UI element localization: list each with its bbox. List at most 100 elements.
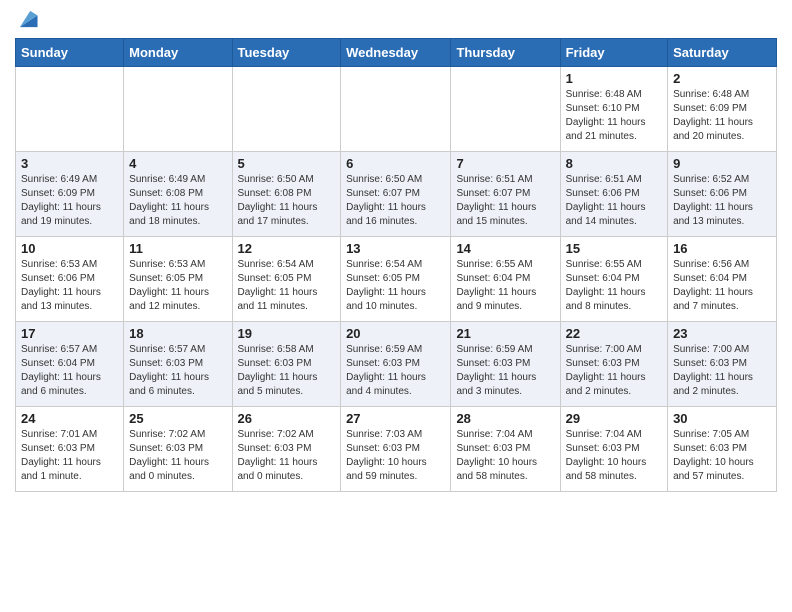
day-info: Sunrise: 6:52 AM Sunset: 6:06 PM Dayligh… <box>673 173 771 229</box>
day-number: 6 <box>346 156 445 171</box>
calendar-cell: 9 Sunrise: 6:52 AM Sunset: 6:06 PM Daylig… <box>668 152 777 237</box>
day-info: Sunrise: 6:49 AM Sunset: 6:09 PM Dayligh… <box>21 173 118 229</box>
day-info: Sunrise: 7:01 AM Sunset: 6:03 PM Dayligh… <box>21 428 118 484</box>
day-of-week-header: Thursday <box>451 39 560 67</box>
calendar-cell: 3Sunrise: 6:49 AM Sunset: 6:09 PM Daylig… <box>16 152 124 237</box>
day-number: 23 <box>673 326 771 341</box>
calendar-cell: 28Sunrise: 7:04 AM Sunset: 6:03 PM Dayli… <box>451 407 560 492</box>
calendar-cell: 4Sunrise: 6:49 AM Sunset: 6:08 PM Daylig… <box>124 152 232 237</box>
day-number: 25 <box>129 411 226 426</box>
day-number: 7 <box>456 156 554 171</box>
calendar-cell: 26Sunrise: 7:02 AM Sunset: 6:03 PM Dayli… <box>232 407 341 492</box>
day-info: Sunrise: 7:03 AM Sunset: 6:03 PM Dayligh… <box>346 428 445 484</box>
calendar-cell: 25 Sunrise: 7:02 AM Sunset: 6:03 PM Dayli… <box>124 407 232 492</box>
day-of-week-header: Wednesday <box>341 39 451 67</box>
day-number: 27 <box>346 411 445 426</box>
calendar-cell: 24 Sunrise: 7:01 AM Sunset: 6:03 PM Dayli… <box>16 407 124 492</box>
calendar-cell: 19 Sunrise: 6:58 AM Sunset: 6:03 PM Dayli… <box>232 322 341 407</box>
day-info: Sunrise: 6:51 AM Sunset: 6:07 PM Dayligh… <box>456 173 554 229</box>
header <box>15 10 777 30</box>
calendar-cell: 30 Sunrise: 7:05 AM Sunset: 6:03 PM Dayli… <box>668 407 777 492</box>
day-info: Sunrise: 7:00 AM Sunset: 6:03 PM Dayligh… <box>673 343 771 399</box>
day-number: 24 <box>21 411 118 426</box>
calendar-cell: 6 Sunrise: 6:50 AM Sunset: 6:07 PM Daylig… <box>341 152 451 237</box>
calendar-cell: 5Sunrise: 6:50 AM Sunset: 6:08 PM Daylig… <box>232 152 341 237</box>
calendar-cell: 23 Sunrise: 7:00 AM Sunset: 6:03 PM Dayli… <box>668 322 777 407</box>
day-number: 18 <box>129 326 226 341</box>
day-number: 20 <box>346 326 445 341</box>
day-of-week-header: Sunday <box>16 39 124 67</box>
day-info: Sunrise: 6:57 AM Sunset: 6:03 PM Dayligh… <box>129 343 226 399</box>
calendar-cell: 16 Sunrise: 6:56 AM Sunset: 6:04 PM Dayli… <box>668 237 777 322</box>
calendar-cell: 8 Sunrise: 6:51 AM Sunset: 6:06 PM Daylig… <box>560 152 667 237</box>
calendar-cell: 22 Sunrise: 7:00 AM Sunset: 6:03 PM Dayli… <box>560 322 667 407</box>
logo-text <box>15 16 39 30</box>
calendar-cell: 21 Sunrise: 6:59 AM Sunset: 6:03 PM Dayli… <box>451 322 560 407</box>
day-info: Sunrise: 6:51 AM Sunset: 6:06 PM Dayligh… <box>566 173 662 229</box>
day-of-week-header: Friday <box>560 39 667 67</box>
calendar-cell: 18 Sunrise: 6:57 AM Sunset: 6:03 PM Dayli… <box>124 322 232 407</box>
day-info: Sunrise: 6:48 AM Sunset: 6:09 PM Dayligh… <box>673 88 771 144</box>
day-number: 28 <box>456 411 554 426</box>
calendar-week-row: 24 Sunrise: 7:01 AM Sunset: 6:03 PM Dayli… <box>16 407 777 492</box>
logo-icon <box>17 8 39 30</box>
day-info: Sunrise: 7:05 AM Sunset: 6:03 PM Dayligh… <box>673 428 771 484</box>
day-info: Sunrise: 6:50 AM Sunset: 6:07 PM Dayligh… <box>346 173 445 229</box>
day-info: Sunrise: 7:02 AM Sunset: 6:03 PM Dayligh… <box>238 428 336 484</box>
day-number: 14 <box>456 241 554 256</box>
day-number: 9 <box>673 156 771 171</box>
calendar-cell: 29Sunrise: 7:04 AM Sunset: 6:03 PM Dayli… <box>560 407 667 492</box>
calendar-cell: 11Sunrise: 6:53 AM Sunset: 6:05 PM Dayli… <box>124 237 232 322</box>
day-info: Sunrise: 6:56 AM Sunset: 6:04 PM Dayligh… <box>673 258 771 314</box>
day-number: 21 <box>456 326 554 341</box>
calendar-week-row: 1 Sunrise: 6:48 AM Sunset: 6:10 PM Daylig… <box>16 67 777 152</box>
logo <box>15 16 39 30</box>
calendar-cell: 1 Sunrise: 6:48 AM Sunset: 6:10 PM Daylig… <box>560 67 667 152</box>
calendar-table: SundayMondayTuesdayWednesdayThursdayFrid… <box>15 38 777 492</box>
calendar-cell: 17 Sunrise: 6:57 AM Sunset: 6:04 PM Dayli… <box>16 322 124 407</box>
calendar-cell <box>16 67 124 152</box>
day-info: Sunrise: 6:58 AM Sunset: 6:03 PM Dayligh… <box>238 343 336 399</box>
day-info: Sunrise: 7:04 AM Sunset: 6:03 PM Dayligh… <box>566 428 662 484</box>
day-info: Sunrise: 6:59 AM Sunset: 6:03 PM Dayligh… <box>456 343 554 399</box>
calendar-cell: 14 Sunrise: 6:55 AM Sunset: 6:04 PM Dayli… <box>451 237 560 322</box>
day-info: Sunrise: 6:54 AM Sunset: 6:05 PM Dayligh… <box>238 258 336 314</box>
day-info: Sunrise: 6:55 AM Sunset: 6:04 PM Dayligh… <box>456 258 554 314</box>
calendar-cell <box>124 67 232 152</box>
day-number: 12 <box>238 241 336 256</box>
day-number: 11 <box>129 241 226 256</box>
day-info: Sunrise: 7:02 AM Sunset: 6:03 PM Dayligh… <box>129 428 226 484</box>
day-number: 22 <box>566 326 662 341</box>
day-of-week-header: Tuesday <box>232 39 341 67</box>
calendar-cell: 27 Sunrise: 7:03 AM Sunset: 6:03 PM Dayli… <box>341 407 451 492</box>
day-info: Sunrise: 6:54 AM Sunset: 6:05 PM Dayligh… <box>346 258 445 314</box>
day-of-week-header: Monday <box>124 39 232 67</box>
day-info: Sunrise: 6:53 AM Sunset: 6:06 PM Dayligh… <box>21 258 118 314</box>
day-number: 15 <box>566 241 662 256</box>
calendar-week-row: 3Sunrise: 6:49 AM Sunset: 6:09 PM Daylig… <box>16 152 777 237</box>
page: SundayMondayTuesdayWednesdayThursdayFrid… <box>0 0 792 507</box>
day-number: 16 <box>673 241 771 256</box>
day-of-week-header: Saturday <box>668 39 777 67</box>
day-info: Sunrise: 6:50 AM Sunset: 6:08 PM Dayligh… <box>238 173 336 229</box>
day-info: Sunrise: 6:57 AM Sunset: 6:04 PM Dayligh… <box>21 343 118 399</box>
day-number: 17 <box>21 326 118 341</box>
day-number: 19 <box>238 326 336 341</box>
day-number: 30 <box>673 411 771 426</box>
day-info: Sunrise: 6:55 AM Sunset: 6:04 PM Dayligh… <box>566 258 662 314</box>
calendar-header-row: SundayMondayTuesdayWednesdayThursdayFrid… <box>16 39 777 67</box>
calendar-week-row: 17 Sunrise: 6:57 AM Sunset: 6:04 PM Dayli… <box>16 322 777 407</box>
calendar-cell: 13 Sunrise: 6:54 AM Sunset: 6:05 PM Dayli… <box>341 237 451 322</box>
calendar-cell: 7 Sunrise: 6:51 AM Sunset: 6:07 PM Daylig… <box>451 152 560 237</box>
day-info: Sunrise: 6:48 AM Sunset: 6:10 PM Dayligh… <box>566 88 662 144</box>
day-number: 2 <box>673 71 771 86</box>
calendar-cell: 10Sunrise: 6:53 AM Sunset: 6:06 PM Dayli… <box>16 237 124 322</box>
calendar-cell: 2 Sunrise: 6:48 AM Sunset: 6:09 PM Daylig… <box>668 67 777 152</box>
calendar-cell <box>451 67 560 152</box>
calendar-cell <box>341 67 451 152</box>
day-info: Sunrise: 6:59 AM Sunset: 6:03 PM Dayligh… <box>346 343 445 399</box>
day-number: 1 <box>566 71 662 86</box>
day-info: Sunrise: 7:00 AM Sunset: 6:03 PM Dayligh… <box>566 343 662 399</box>
day-number: 13 <box>346 241 445 256</box>
day-number: 8 <box>566 156 662 171</box>
